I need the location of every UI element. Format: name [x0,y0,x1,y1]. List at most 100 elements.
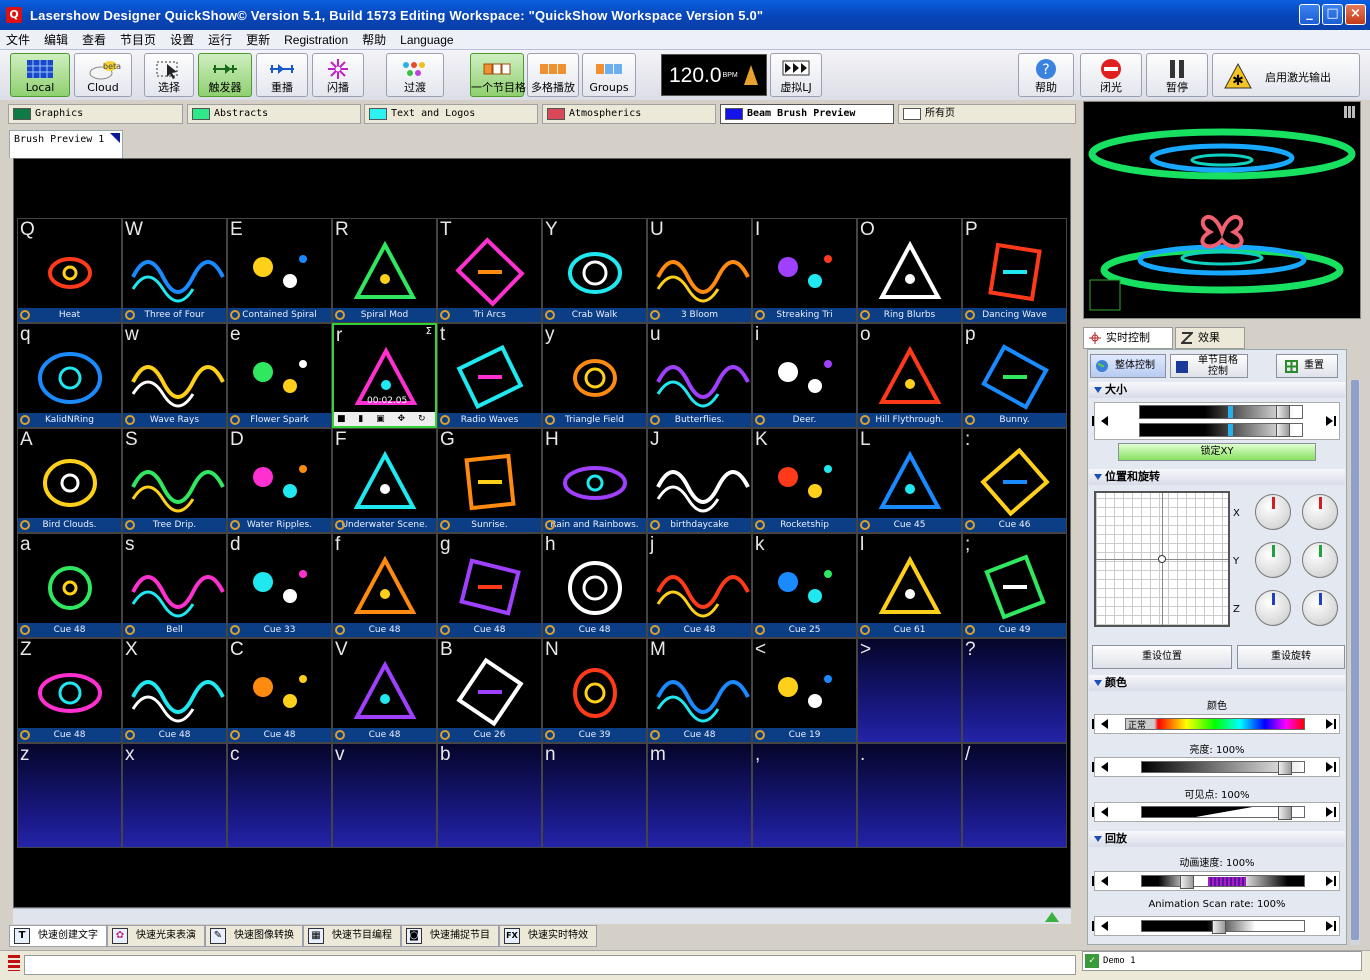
y-rotation-dial[interactable] [1255,542,1291,578]
size-y-bar[interactable] [1139,423,1303,437]
reset-rotation-button[interactable]: 重设旋转 [1237,645,1345,669]
menu-help[interactable]: 帮助 [362,31,386,48]
menu-settings[interactable]: 设置 [170,31,194,48]
tab-brush-preview-1[interactable]: Brush Preview 1 [9,130,123,158]
cue-cell[interactable]: c [227,743,332,848]
cue-cell[interactable]: b [437,743,542,848]
global-control-button[interactable]: 整体控制 [1090,354,1166,378]
cue-cell[interactable]: f Cue 48 [332,533,437,638]
cue-cell[interactable]: q KalidNRing [17,323,122,428]
tab-quick-beam[interactable]: ✿ 快速光束表演 [107,925,205,947]
scan-rate-slider[interactable] [1092,916,1340,936]
cue-cell[interactable]: E Contained Spiral [227,218,332,323]
menu-update[interactable]: 更新 [246,31,270,48]
blackout-button[interactable]: 闭光 [1080,53,1142,97]
z-rotation-dial[interactable] [1255,590,1291,626]
z-position-dial[interactable] [1302,590,1338,626]
cue-cell[interactable]: > [857,638,962,743]
cue-cell[interactable]: M Cue 48 [647,638,752,743]
expand-up-icon[interactable] [1045,912,1059,922]
menu-registration[interactable]: Registration [284,33,348,47]
virtual-lj-button[interactable]: 虚拟LJ [770,53,822,97]
cue-cell[interactable]: F Underwater Scene. [332,428,437,533]
panel-scrollbar[interactable] [1350,380,1360,945]
cue-cell[interactable]: p Bunny. [962,323,1067,428]
cue-cell[interactable]: Jbirthdaycake [647,428,752,533]
cue-cell[interactable]: w Wave Rays [122,323,227,428]
position-handle[interactable] [1158,555,1166,563]
size-x-bar[interactable] [1139,405,1303,419]
slider-min-icon[interactable] [1092,876,1108,886]
slider-max-icon[interactable] [1326,807,1336,817]
cue-cell[interactable]: B Cue 26 [437,638,542,743]
cue-cell[interactable]: Y Crab Walk [542,218,647,323]
cue-cell[interactable]: j Cue 48 [647,533,752,638]
cue-cell[interactable]: t Radio Waves [437,323,542,428]
cue-cell[interactable]: D Water Ripples. [227,428,332,533]
tab-all-pages[interactable]: 所有页 [898,104,1076,124]
color-slider[interactable]: 正常 [1092,714,1340,734]
cue-cell[interactable]: O Ring Blurbs [857,218,962,323]
cue-cell[interactable]: r■ ▮ ▣ ✥ ↻ ⊕00:02.05Σ [332,323,437,428]
cue-cell[interactable]: R Spiral Mod [332,218,437,323]
menu-view[interactable]: 查看 [82,31,106,48]
menu-run[interactable]: 运行 [208,31,232,48]
select-button[interactable]: 选择 [144,53,194,97]
cue-cell[interactable]: . [857,743,962,848]
cue-cell[interactable]: u Butterflies. [647,323,752,428]
tab-quick-image[interactable]: ✎ 快速图像转换 [205,925,303,947]
cue-cell[interactable]: , [752,743,857,848]
slider-max-icon[interactable] [1326,876,1336,886]
cue-cell[interactable]: V Cue 48 [332,638,437,743]
local-button[interactable]: Local [10,53,70,97]
cue-cell[interactable]: y Triangle Field [542,323,647,428]
tab-graphics[interactable]: Graphics [8,104,183,124]
close-button[interactable]: × [1345,4,1366,25]
tab-quick-fx[interactable]: FX 快速实时特效 [499,925,597,947]
brightness-slider[interactable] [1092,757,1340,777]
cue-cell[interactable]: A Bird Clouds. [17,428,122,533]
slider-min-icon[interactable] [1092,416,1108,426]
cue-cell[interactable]: T Tri Arcs [437,218,542,323]
x-rotation-dial[interactable] [1255,494,1291,530]
menu-file[interactable]: 文件 [6,31,30,48]
animation-speed-slider[interactable] [1092,871,1340,891]
groups-button[interactable]: Groups [582,53,636,97]
layout-grid-icon[interactable] [1344,106,1356,118]
cue-cell[interactable]: N Cue 39 [542,638,647,743]
tab-quick-text[interactable]: T 快速创建文字 [9,925,107,947]
zone-selector[interactable]: ✓ Demo 1 [1082,951,1362,971]
slider-max-icon[interactable] [1326,921,1336,931]
cue-cell[interactable]: S Tree Drip. [122,428,227,533]
cue-cell[interactable]: W Three of Four [122,218,227,323]
command-input[interactable] [24,955,1076,975]
minimize-button[interactable]: _ [1299,4,1320,25]
size-section-header[interactable]: 大小 [1089,382,1345,398]
cue-cell[interactable]: X Cue 48 [122,638,227,743]
tab-abstracts[interactable]: Abstracts [187,104,361,124]
help-button[interactable]: ? 帮助 [1018,53,1074,97]
cue-cell[interactable]: s Bell [122,533,227,638]
cue-cell[interactable]: I Streaking Tri [752,218,857,323]
cue-cell[interactable]: h Cue 48 [542,533,647,638]
tab-effects[interactable]: 效果 [1175,327,1245,349]
tab-beam-brush-preview[interactable]: Beam Brush Preview [720,104,894,124]
tab-text-and-logos[interactable]: Text and Logos [364,104,538,124]
tab-atmospherics[interactable]: Atmospherics [542,104,716,124]
slider-min-icon[interactable] [1092,762,1108,772]
cue-cell[interactable]: x [122,743,227,848]
cue-controls[interactable]: ■ ▮ ▣ ✥ ↻ ⊕ [334,412,435,426]
cue-cell[interactable]: U3 Bloom [647,218,752,323]
menu-edit[interactable]: 编辑 [44,31,68,48]
reset-position-button[interactable]: 重设位置 [1092,645,1232,669]
cue-cell[interactable]: z [17,743,122,848]
cue-cell[interactable]: C Cue 48 [227,638,332,743]
tab-quick-timeline[interactable]: ▦ 快速节目编程 [303,925,401,947]
cue-cell[interactable]: g Cue 48 [437,533,542,638]
flash-button[interactable]: 闪播 [312,53,364,97]
visible-points-slider[interactable] [1092,802,1340,822]
slider-min-icon[interactable] [1092,807,1108,817]
single-cue-button[interactable]: 一个节目格 [470,53,526,97]
cue-cell[interactable]: P Dancing Wave [962,218,1067,323]
position-section-header[interactable]: 位置和旋转 [1089,469,1345,485]
